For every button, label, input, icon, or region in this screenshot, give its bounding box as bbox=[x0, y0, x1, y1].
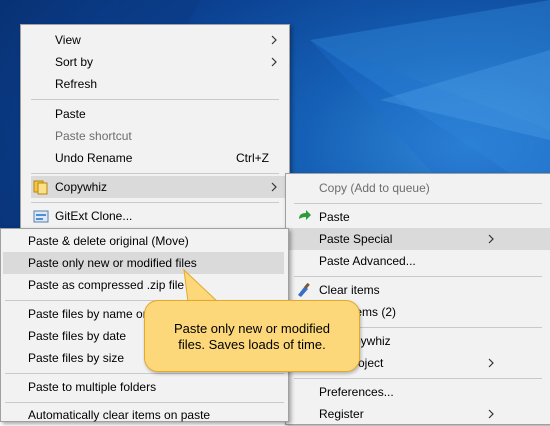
menu-item-label: Paste bbox=[319, 210, 350, 224]
menu-item-paste-advanced[interactable]: Paste Advanced... bbox=[286, 250, 550, 272]
tooltip-text: Paste only new or modified files. Saves … bbox=[145, 321, 359, 353]
paste-arrow-icon bbox=[299, 210, 311, 220]
menu-item-paste-delete-original[interactable]: Paste & delete original (Move) bbox=[1, 230, 288, 252]
menu-item-label: GitExt Clone... bbox=[55, 209, 133, 223]
menu-item-refresh[interactable]: Refresh bbox=[21, 73, 289, 95]
menu-item-label: Clear items bbox=[319, 283, 380, 297]
menu-separator bbox=[31, 173, 279, 174]
callout-tooltip: Paste only new or modified files. Saves … bbox=[144, 300, 360, 372]
menu-item-label: Paste files by date bbox=[28, 329, 127, 343]
chevron-right-icon bbox=[271, 35, 277, 45]
menu-item-register[interactable]: Register bbox=[286, 403, 550, 425]
menu-item-label: Paste files by name or bbox=[28, 307, 147, 321]
clear-items-icon bbox=[298, 282, 310, 297]
menu-separator bbox=[5, 402, 284, 403]
desktop-context-menu: View Sort by Refresh Paste Paste shortcu… bbox=[20, 24, 290, 236]
menu-item-preferences[interactable]: Preferences... bbox=[286, 381, 550, 403]
menu-item-label: Preferences... bbox=[319, 385, 394, 399]
menu-item-copy-add-to-queue: Copy (Add to queue) bbox=[286, 177, 550, 199]
tooltip-line-2: files. Saves loads of time. bbox=[178, 337, 326, 352]
menu-item-sort-by[interactable]: Sort by bbox=[21, 51, 289, 73]
chevron-right-icon bbox=[271, 57, 277, 67]
menu-item-label: Register bbox=[319, 407, 364, 421]
menu-item-clear-items[interactable]: Clear items bbox=[286, 279, 550, 301]
menu-item-label: Paste & delete original (Move) bbox=[28, 234, 189, 248]
copywhiz-submenu: Copy (Add to queue) Paste Paste Special … bbox=[285, 173, 550, 425]
menu-item-label: Paste files by size bbox=[28, 351, 125, 365]
menu-item-paste[interactable]: Paste bbox=[21, 103, 289, 125]
menu-separator bbox=[31, 99, 279, 100]
chevron-right-icon bbox=[488, 409, 494, 419]
menu-item-paste[interactable]: Paste bbox=[286, 206, 550, 228]
menu-item-label: Undo Rename bbox=[55, 151, 133, 165]
menu-item-label: Paste shortcut bbox=[55, 129, 132, 143]
menu-item-label: Automatically clear items on paste bbox=[28, 408, 211, 422]
menu-item-label: Copy (Add to queue) bbox=[319, 181, 430, 195]
tooltip-pointer bbox=[183, 268, 220, 303]
menu-item-label: Paste Advanced... bbox=[319, 254, 416, 268]
menu-item-label: Refresh bbox=[55, 77, 98, 91]
copywhiz-icon bbox=[33, 180, 48, 195]
chevron-right-icon bbox=[488, 358, 494, 368]
chevron-right-icon bbox=[271, 182, 277, 192]
menu-item-label: Sort by bbox=[55, 55, 94, 69]
menu-item-paste-new-or-modified[interactable]: Paste only new or modified files bbox=[3, 252, 284, 274]
menu-separator bbox=[294, 203, 542, 204]
menu-item-paste-shortcut: Paste shortcut bbox=[21, 125, 289, 147]
menu-item-copywhiz[interactable]: Copywhiz bbox=[31, 176, 287, 198]
menu-item-label: Paste as compressed .zip file bbox=[28, 278, 185, 292]
menu-item-label: Paste to multiple folders bbox=[28, 380, 157, 394]
menu-item-label: Paste only new or modified files bbox=[28, 256, 197, 270]
menu-item-paste-special[interactable]: Paste Special bbox=[286, 228, 550, 250]
menu-item-view[interactable]: View bbox=[21, 29, 289, 51]
menu-item-paste-compressed-zip[interactable]: Paste as compressed .zip file bbox=[1, 274, 288, 296]
menu-item-gitext-clone[interactable]: GitExt Clone... bbox=[21, 205, 289, 227]
menu-item-auto-clear-items[interactable]: Automatically clear items on paste bbox=[1, 404, 288, 426]
menu-separator bbox=[294, 378, 542, 379]
gitext-clone-icon bbox=[33, 210, 49, 223]
menu-item-label: Paste Special bbox=[319, 232, 393, 246]
shortcut-label: Ctrl+Z bbox=[236, 151, 269, 165]
menu-item-paste-multiple-folders[interactable]: Paste to multiple folders bbox=[1, 376, 288, 398]
menu-separator bbox=[5, 373, 284, 374]
chevron-right-icon bbox=[488, 234, 494, 244]
menu-separator bbox=[31, 202, 279, 203]
menu-item-label: Copywhiz bbox=[55, 180, 108, 194]
menu-item-undo-rename[interactable]: Undo Rename Ctrl+Z bbox=[21, 147, 289, 169]
menu-item-label: Paste bbox=[55, 107, 86, 121]
tooltip-line-1: Paste only new or modified bbox=[173, 321, 331, 336]
menu-item-label: View bbox=[55, 33, 81, 47]
menu-separator bbox=[294, 276, 542, 277]
